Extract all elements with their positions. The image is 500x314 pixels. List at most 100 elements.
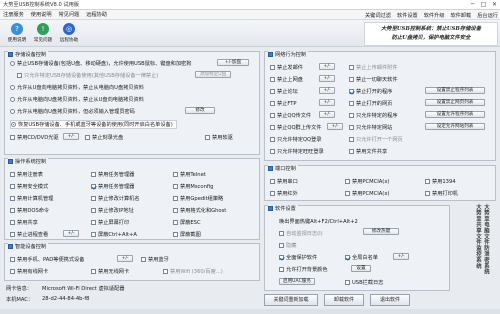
checkbox[interactable] (345, 191, 350, 196)
os-item-10[interactable]: 禁用DOS命令 (10, 207, 49, 214)
checkbox[interactable] (91, 172, 96, 177)
storage-option-5[interactable]: 允许从电脑向U盘拷贝资料，但必须输入管理员密码 (10, 108, 135, 115)
menu-upgrade[interactable]: 软件升级 (424, 12, 445, 19)
os-item-16[interactable]: 禁止进程查看 (10, 231, 48, 238)
checkbox[interactable] (270, 191, 275, 196)
add-disk-button[interactable]: +/-加盘 (217, 59, 249, 66)
checkbox[interactable] (270, 113, 275, 118)
checkbox[interactable] (173, 172, 178, 177)
net-item-9[interactable]: 禁止QQ传文件 (270, 112, 311, 119)
menu-faq[interactable]: 常见问题 (59, 11, 80, 18)
checkbox[interactable] (349, 113, 354, 118)
set-blocked-web-button[interactable]: 设置禁止网页列表 (425, 99, 485, 106)
checkbox[interactable] (173, 196, 178, 201)
net-item-11[interactable]: 禁止QQ群上传文件 (270, 124, 321, 131)
checkbox[interactable] (349, 89, 354, 94)
exit-button[interactable]: 退出软件 (370, 294, 410, 306)
smart-item-4[interactable]: 禁用无线网卡 (91, 268, 129, 275)
os-item-11[interactable]: 禁止修改IP地址 (91, 207, 134, 214)
add-whitelist-disk-button[interactable]: 添加特定U盘 (195, 71, 231, 78)
checkbox[interactable] (91, 232, 96, 237)
port-item-2[interactable]: 禁用PCMCIA(x) (345, 178, 389, 185)
radio[interactable] (10, 85, 15, 90)
os-item-9[interactable]: 禁用Gpedit组策略 (173, 195, 223, 202)
net-item-2[interactable]: 禁止上传邮件附件 (349, 64, 398, 71)
checkbox[interactable] (270, 179, 275, 184)
net-item-7[interactable]: 禁止FTP (270, 100, 297, 107)
radio[interactable] (10, 109, 15, 114)
checkbox[interactable] (10, 172, 15, 177)
checkbox[interactable] (173, 184, 178, 189)
os-item-14[interactable]: 禁止屏幕打印 (91, 219, 129, 226)
menu-settings[interactable]: 软件设置 (397, 12, 418, 19)
checkbox[interactable] (279, 231, 284, 236)
menu-uninstall[interactable]: 软件卸载 (450, 12, 471, 19)
checkbox[interactable] (345, 255, 350, 260)
os-item-1[interactable]: 禁用注册表 (10, 171, 43, 178)
os-item-7[interactable]: 禁用计算机管理 (10, 195, 53, 202)
net-item-4[interactable]: 禁止一切聊天软件 (349, 76, 398, 83)
net-item-1[interactable]: 禁止发邮件 (270, 64, 303, 71)
checkbox[interactable] (270, 65, 275, 70)
phone-add-button[interactable]: +/- (117, 255, 133, 262)
disable-floppy-checkbox[interactable]: 禁用软驱 (205, 134, 233, 141)
minimize-button[interactable]: ─ (469, 1, 476, 8)
set-allowed-sites-button[interactable]: 设定允许网站列表 (425, 123, 485, 130)
menu-remote[interactable]: 远程协助 (86, 11, 107, 18)
disable-cd-checkbox[interactable]: 禁用CD/DVD光驱 (10, 134, 59, 141)
port-item-1[interactable]: 禁用串口 (270, 178, 298, 185)
os-item-13[interactable]: 禁用共享 (10, 219, 38, 226)
os-item-8[interactable]: 禁止修改计算机名 (91, 195, 140, 202)
sw-item-7[interactable]: USB拦截日志 (345, 279, 383, 286)
smart-item-1[interactable]: 禁用手机、PAD等便携式设备 (10, 256, 84, 263)
net-item-3[interactable]: 禁止上网盘 (270, 76, 303, 83)
checkbox[interactable] (270, 89, 275, 94)
disable-burn-checkbox[interactable]: 禁止刻录光盘 (85, 134, 123, 141)
uninstall-button[interactable]: 卸载软件 (324, 294, 364, 306)
net-item-8[interactable]: 禁止打开的网页 (349, 100, 392, 107)
checkbox[interactable] (173, 232, 178, 237)
checkbox[interactable] (349, 149, 354, 154)
os-item-15[interactable]: 屏蔽ESC (173, 219, 201, 226)
checkbox[interactable] (345, 280, 350, 285)
checkbox[interactable] (10, 220, 15, 225)
checkbox[interactable] (349, 137, 354, 142)
os-item-17[interactable]: 屏蔽Ctrl+Alt+A (91, 231, 137, 238)
os-item-2[interactable]: 禁用任务管理器 (91, 171, 134, 178)
checkbox[interactable] (10, 232, 15, 237)
sw-item-3[interactable]: 全面保护软件 (279, 254, 317, 261)
os-item-12[interactable]: 禁用格式化和Ghost (173, 207, 226, 214)
radio[interactable] (11, 122, 16, 127)
net-item-6[interactable]: 禁止打开的程序 (349, 88, 392, 95)
port-item-5[interactable]: 禁用PCMCIA(x) (345, 190, 389, 197)
checkbox[interactable] (173, 220, 178, 225)
radio[interactable] (10, 61, 15, 66)
checkbox[interactable] (345, 179, 350, 184)
sw-item-5[interactable]: 允许打开背景颜色 (279, 266, 328, 273)
checkbox[interactable] (279, 255, 284, 260)
sw-item-2[interactable]: 隐藏 (279, 242, 296, 249)
radio[interactable] (10, 97, 15, 102)
whitelist-add-button[interactable]: +/- (393, 253, 409, 260)
checkbox[interactable] (270, 149, 275, 154)
group-add-button[interactable]: +/- (327, 123, 343, 130)
checkbox[interactable] (10, 196, 15, 201)
checkbox[interactable] (10, 208, 15, 213)
forum-add-button[interactable]: +/- (319, 87, 335, 94)
os-item-6[interactable]: 禁用Msconfig (173, 183, 213, 190)
storage-option-6[interactable]: 恢复USB存储设备、手机或蓝牙等设备的使用(同时开启白名单设备) (10, 120, 177, 129)
storage-option-2[interactable]: 只允许特定USB存储设备使用(其他USB存储设备一律禁止) (17, 72, 158, 79)
net-item-15[interactable]: 只允许特定旺旺登录 (270, 148, 324, 155)
net-item-13[interactable]: 只允许特定QQ登录 (270, 136, 321, 143)
storage-option-3[interactable]: 允许从U盘向电脑拷贝资料，禁止从电脑向U盘拷贝资料 (10, 84, 144, 91)
checkbox[interactable] (163, 269, 168, 274)
checkbox[interactable] (349, 77, 354, 82)
smart-item-5[interactable]: 禁用Wifi (360/百度...) (163, 268, 223, 275)
net-item-16[interactable]: 禁用文件共享 (349, 148, 387, 155)
checkbox[interactable] (141, 257, 146, 262)
cd-add-button[interactable]: +/- (63, 133, 79, 140)
disk-add-button[interactable]: +/- (319, 75, 335, 82)
os-item-5[interactable]: 禁用任务管理器 (91, 183, 134, 190)
os-item-3[interactable]: 禁用Telnet (173, 171, 206, 178)
menu-background[interactable]: 后台运行 (477, 12, 498, 19)
